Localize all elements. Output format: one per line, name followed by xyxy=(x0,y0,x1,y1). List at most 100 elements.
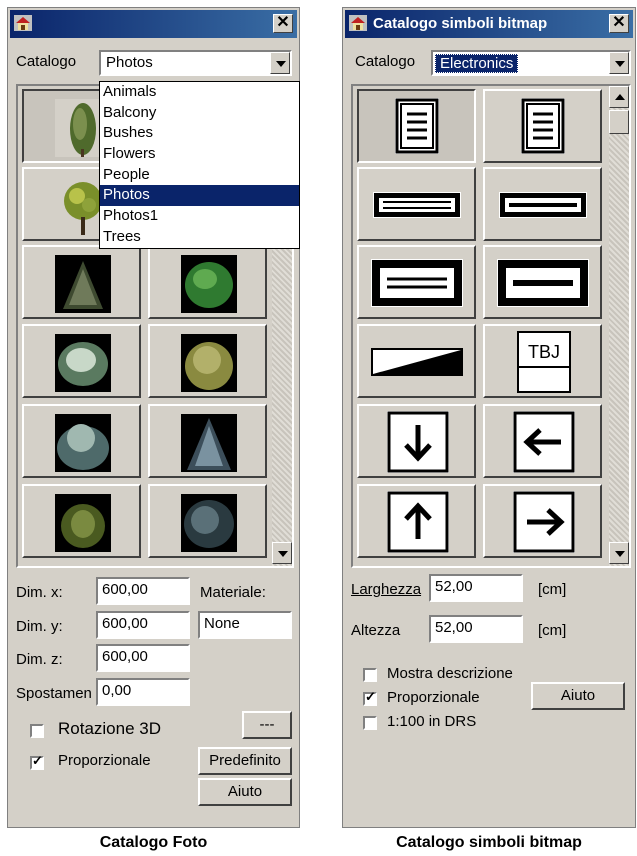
larghezza-field[interactable]: 52,00 xyxy=(429,574,523,602)
catalog-select[interactable]: Photos xyxy=(99,50,292,76)
panel-symbol-icon xyxy=(499,192,587,218)
photo-cell-8[interactable] xyxy=(148,324,267,398)
catalog-dropdown-button[interactable] xyxy=(270,52,290,74)
larghezza-unit: [cm] xyxy=(538,581,567,598)
catalog-label: Catalogo xyxy=(16,53,77,70)
left-caption: Catalogo Foto xyxy=(99,834,208,851)
photo-thumbnail xyxy=(181,334,237,392)
proporzionale-label: Proporzionale xyxy=(387,689,480,706)
catalog-dropdown-button[interactable] xyxy=(609,52,629,74)
photo-cell-12[interactable] xyxy=(148,484,267,558)
photo-thumbnail xyxy=(181,414,237,472)
dropdown-option-selected[interactable]: Photos xyxy=(100,185,299,207)
catalog-select-value: Electronics xyxy=(435,54,519,73)
dropdown-option[interactable]: Photos1 xyxy=(100,206,299,227)
proporzionale-checkbox[interactable]: ✓ xyxy=(363,690,377,706)
symbol-cell-11[interactable] xyxy=(357,484,476,558)
symbol-cell-2[interactable] xyxy=(483,89,602,163)
chevron-up-icon xyxy=(615,94,625,100)
altezza-label: Altezza xyxy=(351,622,401,639)
symbol-cell-3[interactable] xyxy=(357,167,476,241)
close-button[interactable]: ✕ xyxy=(273,14,293,33)
symbol-cell-7[interactable] xyxy=(357,324,476,398)
symbol-cell-8[interactable]: TBJ xyxy=(483,324,602,398)
title-bar: Catalogo simboli bitmap ✕ xyxy=(345,10,633,38)
catalog-select-value: Photos xyxy=(106,54,153,71)
materiale-field[interactable]: None xyxy=(198,611,292,639)
photo-cell-11[interactable] xyxy=(22,484,141,558)
vertical-scrollbar[interactable] xyxy=(609,86,629,566)
symbol-cell-6[interactable] xyxy=(483,245,602,319)
scroll-down-button[interactable] xyxy=(609,542,629,564)
panel-symbol-icon xyxy=(497,259,589,307)
proporzionale-label: Proporzionale xyxy=(58,752,151,769)
bitmap-symbol-catalog-window: Catalogo simboli bitmap ✕ Catalogo Elect… xyxy=(342,7,636,828)
app-house-icon xyxy=(349,15,367,31)
dropdown-option[interactable]: Animals xyxy=(100,82,299,103)
arrow-down-icon xyxy=(387,411,449,473)
mostra-descrizione-label: Mostra descrizione xyxy=(387,665,513,682)
arrow-right-icon xyxy=(513,491,575,553)
symbol-cell-4[interactable] xyxy=(483,167,602,241)
symbol-cell-10[interactable] xyxy=(483,404,602,478)
chevron-down-icon xyxy=(278,551,288,557)
right-caption: Catalogo simboli bitmap xyxy=(396,834,582,851)
symbol-cell-1[interactable] xyxy=(357,89,476,163)
scroll-down-button[interactable] xyxy=(272,542,292,564)
tbj-symbol-icon: TBJ xyxy=(517,331,571,393)
photo-cell-7[interactable] xyxy=(22,324,141,398)
rotazione-3d-checkbox[interactable] xyxy=(30,724,44,738)
altezza-unit: [cm] xyxy=(538,622,567,639)
catalog-dropdown-list: Animals Balcony Bushes Flowers People Ph… xyxy=(99,81,300,249)
symbol-cell-5[interactable] xyxy=(357,245,476,319)
catalog-label: Catalogo xyxy=(355,53,416,70)
aiuto-button[interactable]: Aiuto xyxy=(198,778,292,806)
dropdown-option[interactable]: Flowers xyxy=(100,144,299,165)
wedge-symbol-icon xyxy=(371,348,463,376)
altezza-field[interactable]: 52,00 xyxy=(429,615,523,643)
app-house-icon xyxy=(14,15,32,31)
symbol-cell-12[interactable] xyxy=(483,484,602,558)
photo-thumbnail xyxy=(181,494,237,552)
photo-cell-9[interactable] xyxy=(22,404,141,478)
photo-cell-5[interactable] xyxy=(22,245,141,319)
chevron-down-icon xyxy=(615,61,625,67)
materiale-label: Materiale: xyxy=(200,584,266,601)
photo-cell-6[interactable] xyxy=(148,245,267,319)
dim-y-label: Dim. y: xyxy=(16,618,63,635)
dim-z-label: Dim. z: xyxy=(16,651,63,668)
scroll-thumb[interactable] xyxy=(609,110,629,134)
panel-symbol-icon xyxy=(373,192,461,218)
list-symbol-icon xyxy=(395,98,439,154)
proporzionale-checkbox[interactable]: ✓ xyxy=(30,754,44,770)
dots-button[interactable]: --- xyxy=(242,711,292,739)
chevron-down-icon xyxy=(276,61,286,67)
tbj-symbol-text: TBJ xyxy=(528,342,560,362)
close-button[interactable]: ✕ xyxy=(609,14,629,33)
photo-thumbnail xyxy=(55,494,111,552)
panel-symbol-icon xyxy=(371,259,463,307)
catalog-select[interactable]: Electronics xyxy=(431,50,631,76)
dropdown-option[interactable]: People xyxy=(100,165,299,186)
scale-drs-checkbox[interactable] xyxy=(363,716,377,730)
dropdown-option[interactable]: Bushes xyxy=(100,123,299,144)
spostamento-field[interactable]: 0,00 xyxy=(96,678,190,706)
symbol-cell-9[interactable] xyxy=(357,404,476,478)
rotazione-3d-label: Rotazione 3D xyxy=(58,719,162,738)
photo-cell-10[interactable] xyxy=(148,404,267,478)
dim-y-field[interactable]: 600,00 xyxy=(96,611,190,639)
dropdown-option[interactable]: Trees xyxy=(100,227,299,248)
mostra-descrizione-checkbox[interactable] xyxy=(363,668,377,682)
photo-thumbnail xyxy=(55,334,111,392)
dropdown-option[interactable]: Balcony xyxy=(100,103,299,124)
aiuto-button[interactable]: Aiuto xyxy=(531,682,625,710)
photo-thumbnail xyxy=(55,414,111,472)
photo-thumbnail xyxy=(181,255,237,313)
dim-x-label: Dim. x: xyxy=(16,584,63,601)
scroll-up-button[interactable] xyxy=(609,86,629,108)
spostamento-label: Spostamen xyxy=(16,685,92,702)
predefinito-button[interactable]: Predefinito xyxy=(198,747,292,775)
dim-x-field[interactable]: 600,00 xyxy=(96,577,190,605)
photo-thumbnail xyxy=(55,255,111,313)
dim-z-field[interactable]: 600,00 xyxy=(96,644,190,672)
